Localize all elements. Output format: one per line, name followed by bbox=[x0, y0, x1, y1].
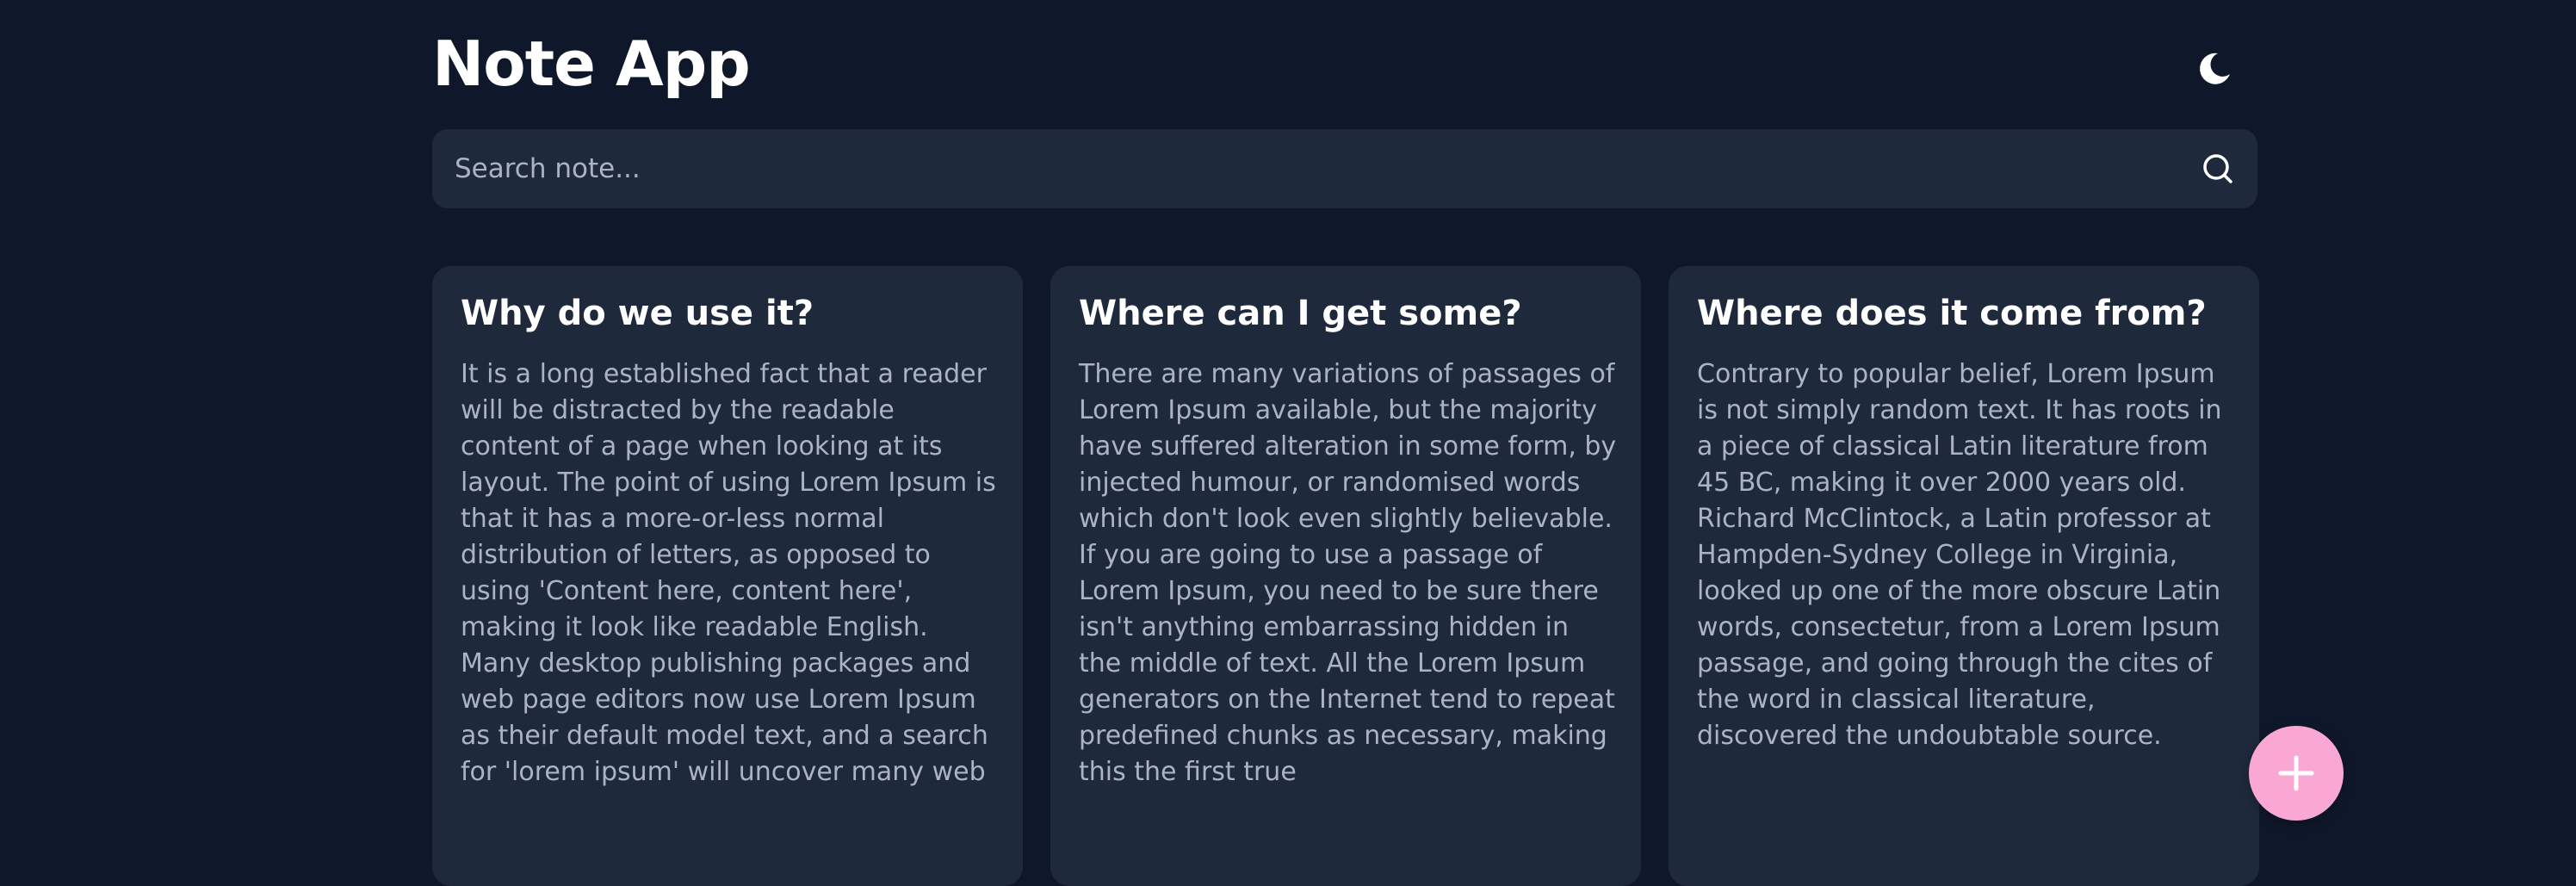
search-input[interactable] bbox=[455, 129, 2159, 208]
note-body: There are many variations of passages of… bbox=[1079, 359, 1617, 787]
theme-toggle-button[interactable] bbox=[2194, 48, 2235, 90]
notes-grid: Why do we use it? It is a long establish… bbox=[432, 266, 2259, 886]
note-title: Where can I get some? bbox=[1079, 294, 1522, 333]
plus-icon bbox=[2278, 755, 2314, 791]
search-icon[interactable] bbox=[2201, 152, 2235, 186]
header: Note App bbox=[432, 0, 2257, 129]
moon-icon bbox=[2200, 53, 2230, 84]
note-card[interactable]: Where does it come from? Contrary to pop… bbox=[1669, 266, 2259, 886]
search-bar bbox=[432, 129, 2257, 208]
note-title: Why do we use it? bbox=[461, 294, 814, 333]
page-title: Note App bbox=[432, 28, 751, 100]
note-body: It is a long established fact that a rea… bbox=[461, 359, 996, 787]
app-container: Note App Why do we use it? It is a long … bbox=[432, 0, 2259, 886]
note-body: Contrary to popular belief, Lorem Ipsum … bbox=[1697, 359, 2222, 751]
add-note-button[interactable] bbox=[2249, 726, 2344, 821]
note-title: Where does it come from? bbox=[1697, 294, 2207, 333]
note-card[interactable]: Why do we use it? It is a long establish… bbox=[432, 266, 1023, 886]
note-card[interactable]: Where can I get some? There are many var… bbox=[1050, 266, 1641, 886]
